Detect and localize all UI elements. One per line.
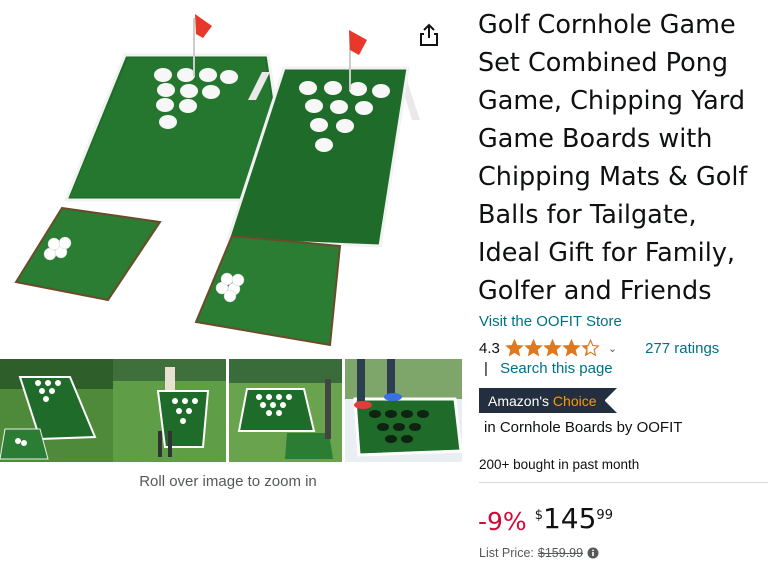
price-row: -9% $ 145 99	[478, 500, 613, 540]
ratings-count-link[interactable]: 277 ratings	[645, 340, 719, 357]
share-button[interactable]	[414, 22, 444, 52]
star-icon	[543, 339, 562, 357]
thumbnail-player-stepping[interactable]	[345, 359, 462, 462]
discount-percent: -9%	[478, 507, 527, 536]
price-whole: 145	[542, 502, 597, 535]
price-currency: $	[534, 508, 543, 523]
badge-prefix: Amazon's	[488, 392, 550, 409]
thumbnail-boards-grass[interactable]	[0, 359, 113, 462]
star-rating[interactable]	[505, 339, 600, 357]
separator: |	[484, 360, 488, 377]
main-product-image[interactable]	[0, 0, 470, 352]
zoom-hint: Roll over image to zoom in	[139, 473, 317, 490]
bought-past-month: 200+ bought in past month	[479, 457, 640, 472]
list-price-row: List Price: $159.99	[479, 546, 599, 560]
chevron-down-icon[interactable]: ⌄	[608, 342, 617, 355]
share-icon	[418, 23, 440, 52]
amazons-choice-badge[interactable]: Amazon's Choice	[479, 388, 617, 413]
search-page-row: | Search this page	[484, 360, 613, 377]
search-page-link[interactable]: Search this page	[500, 360, 613, 377]
store-link[interactable]: Visit the OOFIT Store	[479, 313, 622, 330]
thumbnail-boards-lawn[interactable]	[229, 359, 342, 462]
rating-row: 4.3 ⌄ 277 ratings	[479, 337, 719, 359]
list-price-label: List Price:	[479, 546, 534, 560]
badge-accent: Choice	[552, 392, 597, 409]
divider	[479, 482, 768, 483]
product-title: Golf Cornhole Game Set Combined Pong Gam…	[478, 10, 748, 306]
list-price-value: $159.99	[537, 546, 584, 560]
star-icon	[562, 339, 581, 357]
choice-category[interactable]: in Cornhole Boards by OOFIT	[484, 419, 682, 436]
info-icon[interactable]	[587, 547, 599, 559]
thumbnail-players-chipping[interactable]	[113, 359, 226, 462]
star-icon	[524, 339, 543, 357]
thumbnail-strip	[0, 359, 462, 462]
star-icon	[581, 339, 600, 357]
price-fraction: 99	[596, 508, 613, 523]
rating-value: 4.3	[479, 339, 500, 357]
star-icon	[505, 339, 524, 357]
